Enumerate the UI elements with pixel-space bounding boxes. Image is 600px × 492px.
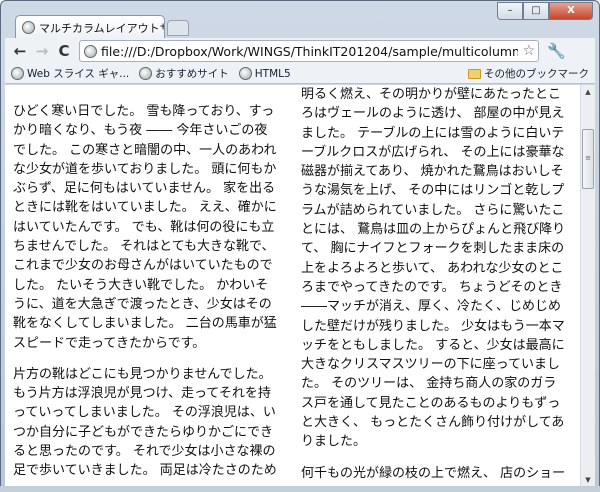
scroll-down-icon[interactable]: ▼ [581, 473, 595, 487]
text-line: うに、道を大急ぎで渡ったとき、少女はその [13, 296, 272, 312]
text-line: した壁だけが残りました。 少女はもう一本マ [301, 318, 565, 334]
text-line: うな湯気を上げ、 その中にはリンゴと乾しプ [301, 183, 565, 199]
bookmark-item[interactable]: Web スライス ギャ... [11, 66, 129, 81]
reload-button[interactable]: C [57, 42, 71, 60]
text-line: もう片方は浮浪児が見つけ、走ってそれを持 [13, 386, 271, 402]
text-line: て、 胸にナイフとフォークを刺したまま床の [301, 241, 565, 257]
bookmark-label: おすすめサイト [155, 68, 229, 80]
text-line: 靴をなくしてしまいました。 二台の馬車が猛 [13, 316, 277, 332]
globe-icon [11, 67, 24, 80]
browser-window: – □ X マルチカラムレイアウトサ × ← → C file:///D:/Dr… [0, 0, 600, 492]
paragraph: 片方の靴はどこにも見つかりませんでした。 もう片方は浮浪児が見つけ、走ってそれを持… [13, 365, 293, 481]
globe-icon [238, 67, 252, 80]
paragraph: ひどく寒い日でした。 雪も降っており、すっ かり暗くなり、もう夜 ―― 今年さいご… [13, 102, 293, 353]
window-controls: – □ X [497, 2, 593, 20]
text-line: かり暗くなり、もう夜 ―― 今年さいごの夜 [13, 123, 268, 139]
page-content: ひどく寒い日でした。 雪も降っており、すっ かり暗くなり、もう夜 ―― 今年さいご… [5, 85, 595, 487]
scroll-up-icon[interactable]: ▲ [581, 85, 595, 99]
bookmarks-bar: Web スライス ギャ... おすすめサイト HTML5 その他のブックマーク [5, 64, 595, 84]
toolbar: ← → C file:///D:/Dropbox/Work/WINGS/Thin… [5, 38, 595, 64]
url-text: file:///D:/Dropbox/Work/WINGS/ThinkIT201… [101, 43, 518, 59]
text-line: ラムが詰められていました。 さらに驚いたこ [301, 202, 565, 218]
text-line: っていってしまいました。 その浮浪児は、い [13, 405, 276, 421]
text-line: した。 たいそう大きい靴でした。 かわいそ [13, 277, 269, 293]
text-line: 磁器が揃えてあり、 焼かれた鵞鳥はおいしそ [301, 164, 564, 180]
vertical-scrollbar[interactable]: ▲ ≡ ▼ [580, 85, 595, 487]
maximize-button[interactable]: □ [523, 2, 549, 20]
paragraph: 明るく燃え、その明かりが壁にあたったとこ ろはヴェールのように透け、 部屋の中が見… [301, 85, 581, 452]
bookmark-item[interactable]: HTML5 [238, 67, 291, 80]
tab-active[interactable]: マルチカラムレイアウトサ × [15, 15, 165, 39]
other-bookmarks[interactable]: その他のブックマーク [468, 66, 589, 81]
close-window-button[interactable]: X [549, 2, 593, 20]
minimize-button[interactable]: – [497, 2, 523, 20]
text-line: た。 そのツリーは、 金持ち商人の家のガラ [301, 376, 557, 392]
forward-button[interactable]: → [35, 42, 49, 60]
bookmark-label: HTML5 [254, 67, 291, 80]
text-line: 片方の靴はどこにも見つかりませんでした。 [13, 366, 272, 382]
text-line: ときには靴をはいていました。 ええ、確かに [13, 200, 277, 216]
text-line: 明るく燃え、その明かりが壁にあたったとこ [301, 87, 562, 102]
paragraph: 何千もの光が緑の枝の上で燃え、 店のショー [301, 464, 581, 483]
text-line: ろはヴェールのように透け、 部屋の中が見え [301, 106, 565, 122]
text-line: でした。 この寒さと暗闇の中、一人のあわれ [13, 142, 277, 158]
bookmark-item[interactable]: おすすめサイト [139, 66, 229, 81]
text-line: 大きなクリスマスツリーの下に座っていまし [301, 357, 560, 373]
text-line: ――マッチが消え、厚く、冷たく、じめじめ [301, 299, 562, 315]
text-line: これまで少女のお母さんがはいていたもので [13, 258, 273, 274]
bookmark-label: Web スライス ギャ... [27, 68, 130, 80]
text-line: 上をよろよろと歩いて、 あわれな少女のとこ [301, 260, 564, 276]
folder-icon [468, 68, 481, 79]
text-line: はいていたんです。 でも、靴は何の役にも立 [13, 219, 275, 235]
text-line: ちませんでした。 それはとても大きな靴で、 [13, 239, 275, 255]
text-line: 何千もの光が緑の枝の上で燃え、 店のショー [301, 465, 566, 481]
window-bottom-border [0, 486, 600, 492]
text-line: な少女が道を歩いておりました。 頭に何もか [13, 161, 277, 177]
text-line: りました。 [301, 434, 367, 450]
bookmark-star-icon[interactable]: ☆ [522, 43, 535, 59]
address-bar[interactable]: file:///D:/Dropbox/Work/WINGS/ThinkIT201… [79, 40, 539, 62]
text-line: スピードで走ってきたからです。 [13, 335, 206, 351]
text-line: と大きく、 もっとたくさん飾り付けがしてあ [301, 415, 565, 431]
wrench-menu-icon[interactable]: 🔧 [547, 42, 566, 60]
back-button[interactable]: ← [13, 42, 27, 60]
globe-icon [139, 67, 153, 80]
text-line: ひどく寒い日でした。 雪も降っており、すっ [13, 104, 275, 119]
text-line: つか自分に子どもができたらゆりかごにでき [13, 424, 274, 440]
text-line: ると思ったのです。 それで少女は小さな裸の [13, 444, 276, 460]
text-line: とには、 鵞鳥は皿の上からぴょんと飛び降り [301, 222, 566, 238]
text-line: ろまでやってきたのです。 ちょうどそのとき [301, 279, 563, 295]
text-line: ーブルクロスが広げられ、 その上には豪華な [301, 144, 565, 160]
text-line: ス戸を通して見たことのあるものよりもずっ [301, 395, 561, 411]
new-tab-button[interactable] [167, 20, 189, 36]
page-icon [84, 44, 97, 58]
text-line: 足で歩いていきました。 両足は冷たさのため [13, 463, 277, 479]
tab-title: マルチカラムレイアウトサ [39, 21, 165, 35]
column-right: 明るく燃え、その明かりが壁にあたったとこ ろはヴェールのように透け、 部屋の中が見… [301, 85, 581, 483]
column-left: ひどく寒い日でした。 雪も降っており、すっ かり暗くなり、もう夜 ―― 今年さいご… [13, 102, 293, 481]
text-line: ッチをともしました。 すると、少女は最高に [301, 337, 565, 353]
text-line: ました。 テーブルの上には雪のように白いテ [301, 125, 565, 141]
text-line: ぶらず、足に何もはいていません。 家を出る [13, 181, 276, 197]
globe-icon [22, 21, 35, 34]
other-bookmarks-label: その他のブックマーク [484, 68, 589, 80]
scrollbar-thumb[interactable]: ≡ [582, 129, 594, 189]
